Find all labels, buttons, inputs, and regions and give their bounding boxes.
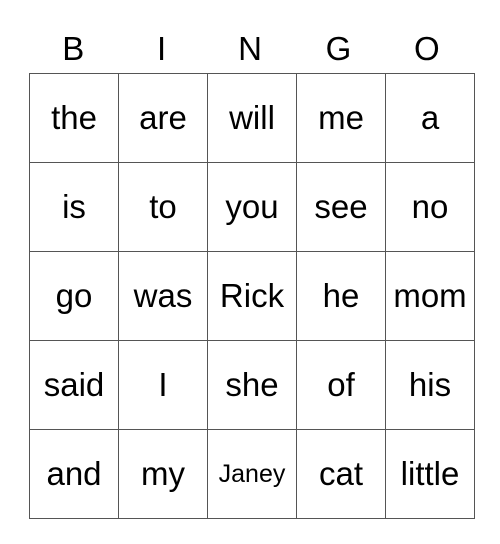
bingo-cell[interactable]: cat (296, 429, 386, 519)
bingo-cell[interactable]: I (118, 340, 208, 430)
bingo-cell[interactable]: and (29, 429, 119, 519)
bingo-cell[interactable]: my (118, 429, 208, 519)
bingo-cell[interactable]: said (29, 340, 119, 430)
bingo-cell[interactable]: you (207, 162, 297, 252)
bingo-cell[interactable]: will (207, 73, 297, 163)
bingo-grid: the are will me a is to you see no go wa… (29, 73, 475, 519)
bingo-cell[interactable]: was (118, 251, 208, 341)
bingo-header: B I N G O (29, 28, 471, 70)
bingo-cell[interactable]: me (296, 73, 386, 163)
bingo-cell[interactable]: go (29, 251, 119, 341)
bingo-cell[interactable]: a (385, 73, 475, 163)
bingo-cell[interactable]: little (385, 429, 475, 519)
bingo-cell[interactable]: of (296, 340, 386, 430)
header-letter-o: O (413, 30, 440, 67)
bingo-cell[interactable]: Janey (207, 429, 297, 519)
bingo-cell[interactable]: she (207, 340, 297, 430)
bingo-cell[interactable]: are (118, 73, 208, 163)
grid-row: and my Janey cat little (29, 429, 475, 519)
bingo-cell[interactable]: no (385, 162, 475, 252)
bingo-cell[interactable]: his (385, 340, 475, 430)
grid-row: said I she of his (29, 340, 475, 430)
header-letter-b: B (62, 30, 85, 67)
grid-row: go was Rick he mom (29, 251, 475, 341)
bingo-cell[interactable]: the (29, 73, 119, 163)
bingo-cell[interactable]: mom (385, 251, 475, 341)
bingo-cell[interactable]: he (296, 251, 386, 341)
header-letter-g: G (325, 30, 352, 67)
grid-row: the are will me a (29, 73, 475, 163)
bingo-cell[interactable]: Rick (207, 251, 297, 341)
bingo-cell[interactable]: see (296, 162, 386, 252)
header-letter-i: I (157, 30, 167, 67)
bingo-cell[interactable]: is (29, 162, 119, 252)
header-letter-n: N (238, 30, 262, 67)
bingo-cell[interactable]: to (118, 162, 208, 252)
grid-row: is to you see no (29, 162, 475, 252)
